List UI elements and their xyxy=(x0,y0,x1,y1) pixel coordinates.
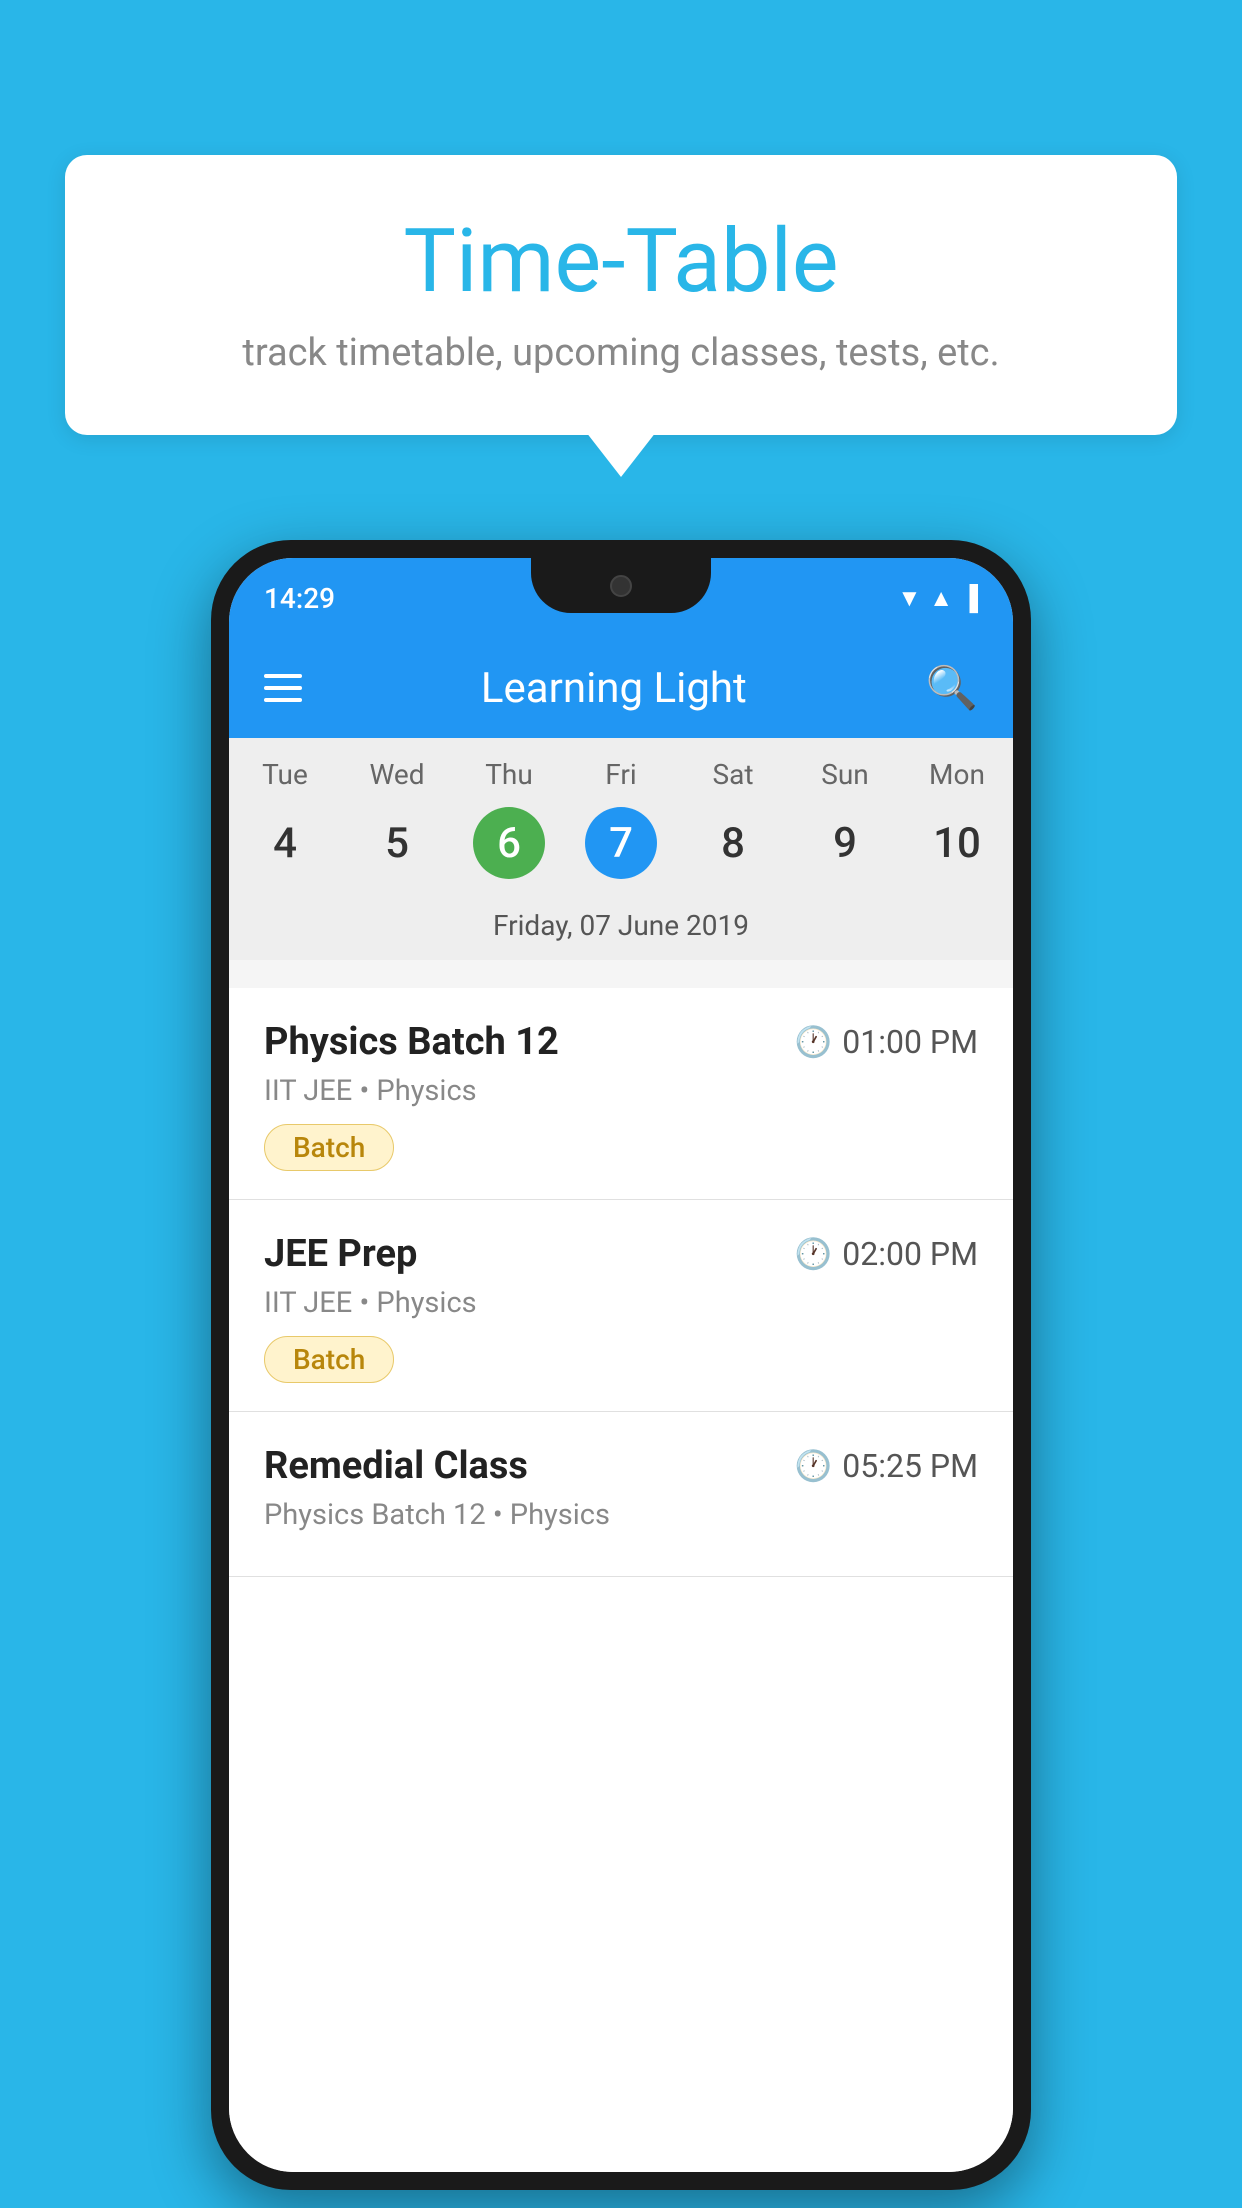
phone-outer: 14:29 ▼ ▲ ▐ Learning Light 🔍 xyxy=(211,540,1031,2190)
item-1-badge: Batch xyxy=(264,1124,394,1171)
day-header-wed: Wed xyxy=(341,758,453,791)
item-2-subtitle: IIT JEE • Physics xyxy=(264,1286,978,1320)
battery-icon: ▐ xyxy=(961,584,978,613)
schedule-container: Physics Batch 12 🕐 01:00 PM IIT JEE • Ph… xyxy=(229,988,1013,2172)
phone-mockup: 14:29 ▼ ▲ ▐ Learning Light 🔍 xyxy=(211,540,1031,2190)
day-header-fri: Fri xyxy=(565,758,677,791)
day-numbers: 4 5 6 7 8 9 10 xyxy=(229,799,1013,899)
clock-icon-3: 🕐 xyxy=(795,1449,832,1484)
item-2-time-value: 02:00 PM xyxy=(842,1235,978,1273)
phone-screen: 14:29 ▼ ▲ ▐ Learning Light 🔍 xyxy=(229,558,1013,2172)
day-10[interactable]: 10 xyxy=(901,807,1013,879)
clock-icon-2: 🕐 xyxy=(795,1237,832,1272)
schedule-item-3[interactable]: Remedial Class 🕐 05:25 PM Physics Batch … xyxy=(229,1412,1013,1577)
item-1-subtitle: IIT JEE • Physics xyxy=(264,1074,978,1108)
item-2-title: JEE Prep xyxy=(264,1232,417,1276)
signal-icon: ▲ xyxy=(929,584,953,613)
app-title: Learning Light xyxy=(481,664,747,713)
item-1-time-value: 01:00 PM xyxy=(842,1023,978,1061)
camera-dot xyxy=(610,575,632,597)
item-1-header: Physics Batch 12 🕐 01:00 PM xyxy=(264,1020,978,1064)
status-time: 14:29 xyxy=(264,582,335,615)
day-4[interactable]: 4 xyxy=(229,807,341,879)
item-3-subtitle: Physics Batch 12 • Physics xyxy=(264,1498,978,1532)
day-header-sat: Sat xyxy=(677,758,789,791)
day-8[interactable]: 8 xyxy=(677,807,789,879)
item-3-title: Remedial Class xyxy=(264,1444,528,1488)
day-header-mon: Mon xyxy=(901,758,1013,791)
item-2-time: 🕐 02:00 PM xyxy=(795,1235,978,1273)
day-5[interactable]: 5 xyxy=(341,807,453,879)
item-1-time: 🕐 01:00 PM xyxy=(795,1023,978,1061)
item-2-header: JEE Prep 🕐 02:00 PM xyxy=(264,1232,978,1276)
day-header-sun: Sun xyxy=(789,758,901,791)
wifi-icon: ▼ xyxy=(897,584,921,613)
item-3-time-value: 05:25 PM xyxy=(842,1447,978,1485)
day-7[interactable]: 7 xyxy=(565,807,677,879)
item-2-badge: Batch xyxy=(264,1336,394,1383)
status-icons: ▼ ▲ ▐ xyxy=(897,584,978,613)
item-3-header: Remedial Class 🕐 05:25 PM xyxy=(264,1444,978,1488)
bubble-title: Time-Table xyxy=(125,210,1117,313)
clock-icon-1: 🕐 xyxy=(795,1025,832,1060)
speech-bubble: Time-Table track timetable, upcoming cla… xyxy=(65,155,1177,435)
status-bar: 14:29 ▼ ▲ ▐ xyxy=(229,558,1013,638)
selected-date-label: Friday, 07 June 2019 xyxy=(229,899,1013,960)
day-header-thu: Thu xyxy=(453,758,565,791)
item-1-title: Physics Batch 12 xyxy=(264,1020,559,1064)
hamburger-menu-button[interactable] xyxy=(264,674,302,702)
day-headers: Tue Wed Thu Fri Sat Sun Mon xyxy=(229,738,1013,799)
search-icon[interactable]: 🔍 xyxy=(926,664,978,713)
calendar-strip: Tue Wed Thu Fri Sat Sun Mon 4 5 6 7 xyxy=(229,738,1013,960)
day-6[interactable]: 6 xyxy=(453,807,565,879)
app-bar: Learning Light 🔍 xyxy=(229,638,1013,738)
day-9[interactable]: 9 xyxy=(789,807,901,879)
schedule-item-2[interactable]: JEE Prep 🕐 02:00 PM IIT JEE • Physics Ba… xyxy=(229,1200,1013,1412)
notch-cutout xyxy=(531,558,711,613)
schedule-item-1[interactable]: Physics Batch 12 🕐 01:00 PM IIT JEE • Ph… xyxy=(229,988,1013,1200)
bubble-subtitle: track timetable, upcoming classes, tests… xyxy=(125,331,1117,375)
day-header-tue: Tue xyxy=(229,758,341,791)
day-circle-6: 6 xyxy=(473,807,545,879)
day-circle-7: 7 xyxy=(585,807,657,879)
item-3-time: 🕐 05:25 PM xyxy=(795,1447,978,1485)
